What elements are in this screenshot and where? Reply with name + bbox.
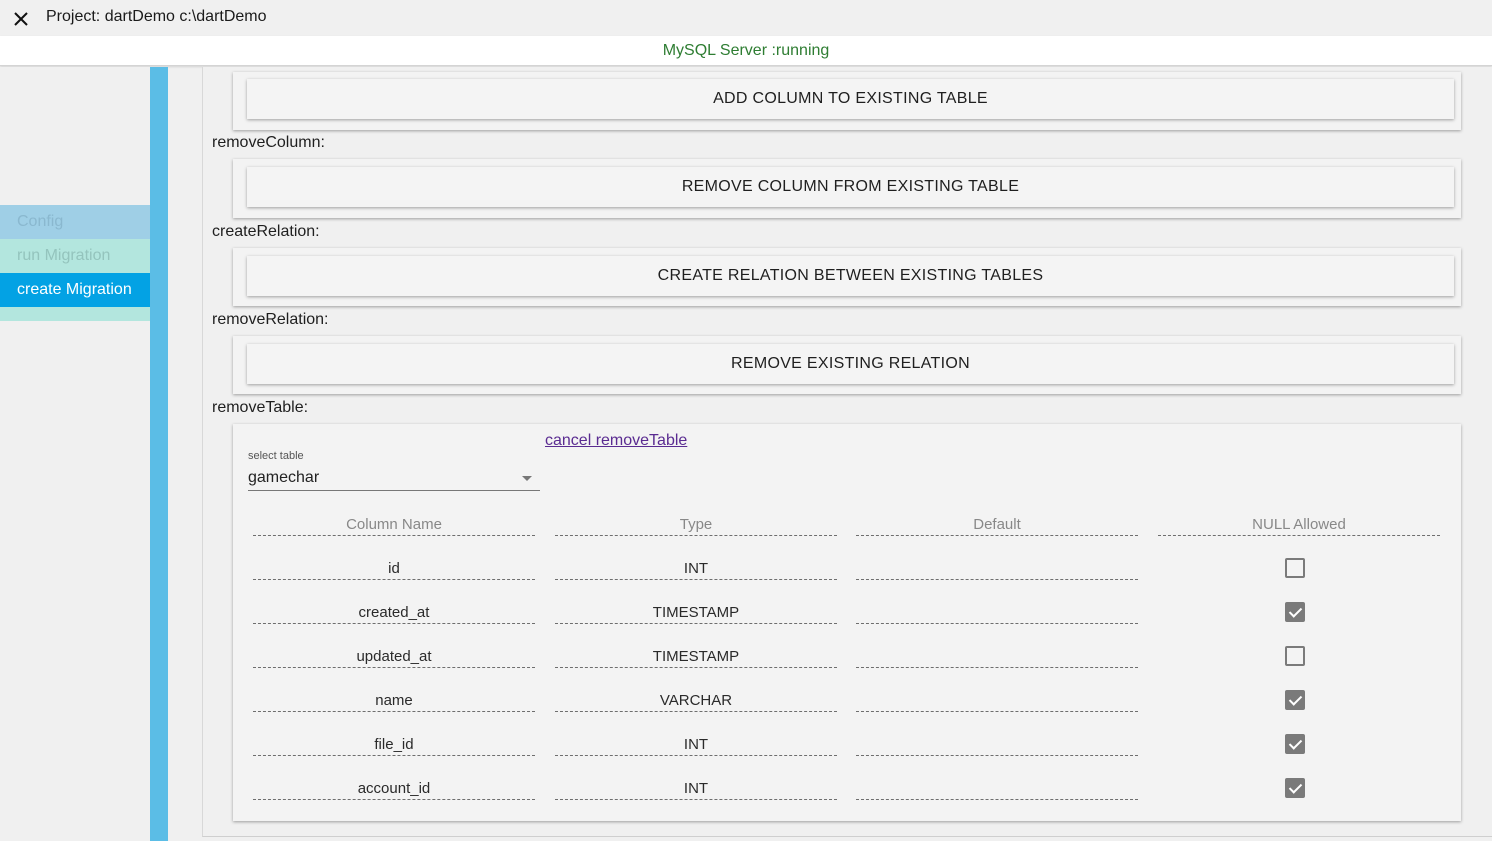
title-bar: Project: dartDemo c:\dartDemo: [0, 0, 1492, 36]
cell-column-name: name: [253, 690, 535, 712]
remove-relation-label: removeRelation:: [212, 311, 329, 328]
select-table-label: select table: [248, 450, 304, 462]
cell-type: VARCHAR: [555, 690, 837, 712]
table-select[interactable]: gamechar: [248, 466, 540, 491]
null-allowed-checkbox[interactable]: [1285, 558, 1305, 578]
cell-column-name: updated_at: [253, 646, 535, 668]
cell-default: [856, 778, 1138, 800]
cell-default: [856, 558, 1138, 580]
cell-column-name: created_at: [253, 602, 535, 624]
remove-relation-button[interactable]: REMOVE EXISTING RELATION: [247, 344, 1454, 384]
cell-type: TIMESTAMP: [555, 602, 837, 624]
null-allowed-checkbox[interactable]: [1285, 602, 1305, 622]
sidebar-item-create-migration[interactable]: create Migration: [0, 273, 150, 307]
selected-table-value: gamechar: [248, 469, 320, 486]
header-null-allowed: NULL Allowed: [1158, 514, 1440, 536]
cell-type: INT: [555, 734, 837, 756]
remove-column-button[interactable]: REMOVE COLUMN FROM EXISTING TABLE: [247, 167, 1454, 207]
null-allowed-checkbox[interactable]: [1285, 690, 1305, 710]
sidebar: Config run Migration create Migration: [0, 67, 150, 841]
header-column-name: Column Name: [253, 514, 535, 536]
cell-default: [856, 690, 1138, 712]
create-relation-label: createRelation:: [212, 223, 320, 240]
remove-table-label: removeTable:: [212, 399, 309, 416]
cell-default: [856, 734, 1138, 756]
sidebar-item-run-migration[interactable]: run Migration: [0, 239, 150, 273]
cell-type: INT: [555, 558, 837, 580]
sidebar-divider: [0, 307, 150, 321]
remove-column-label: removeColumn:: [212, 134, 325, 151]
header-default: Default: [856, 514, 1138, 536]
server-status-bar: MySQL Server :running: [0, 36, 1492, 66]
cell-default: [856, 646, 1138, 668]
create-relation-button[interactable]: CREATE RELATION BETWEEN EXISTING TABLES: [247, 256, 1454, 296]
cancel-remove-table-link[interactable]: cancel removeTable: [545, 432, 687, 450]
cell-column-name: account_id: [253, 778, 535, 800]
null-allowed-checkbox[interactable]: [1285, 778, 1305, 798]
window-title: Project: dartDemo c:\dartDemo: [46, 8, 267, 25]
null-allowed-checkbox[interactable]: [1285, 646, 1305, 666]
cell-column-name: file_id: [253, 734, 535, 756]
sidebar-accent-bar: [150, 67, 168, 841]
cell-column-name: id: [253, 558, 535, 580]
chevron-down-icon: [522, 476, 532, 481]
cell-type: TIMESTAMP: [555, 646, 837, 668]
add-column-button[interactable]: ADD COLUMN TO EXISTING TABLE: [247, 79, 1454, 119]
cell-type: INT: [555, 778, 837, 800]
header-type: Type: [555, 514, 837, 536]
cell-default: [856, 602, 1138, 624]
sidebar-item-config[interactable]: Config: [0, 205, 150, 239]
null-allowed-checkbox[interactable]: [1285, 734, 1305, 754]
close-icon[interactable]: [10, 8, 32, 30]
server-status-text: MySQL Server :running: [662, 42, 830, 59]
